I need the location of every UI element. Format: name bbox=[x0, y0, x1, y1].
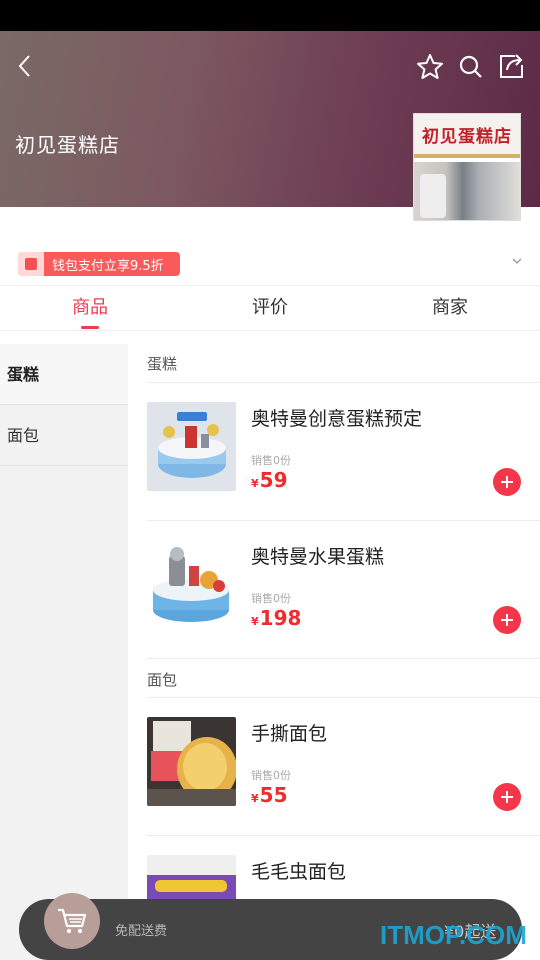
section-title-cake: 蛋糕 bbox=[147, 355, 178, 373]
shop-name: 初见蛋糕店 bbox=[15, 133, 120, 157]
category-sidebar: 蛋糕 面包 bbox=[0, 344, 128, 960]
shopping-cart-icon bbox=[58, 908, 87, 934]
divider bbox=[147, 697, 540, 698]
currency-symbol: ¥ bbox=[251, 792, 259, 805]
product-price: ¥59 bbox=[251, 468, 288, 492]
shop-photo-sign: 初见蛋糕店 bbox=[414, 114, 520, 158]
price-value: 59 bbox=[259, 468, 288, 492]
product-sales: 销售0份 bbox=[251, 592, 291, 605]
add-to-cart-button[interactable] bbox=[493, 783, 521, 811]
status-bar bbox=[0, 0, 540, 31]
free-shipping-text: 免配送费 bbox=[115, 924, 168, 939]
shop-photo: 初见蛋糕店 bbox=[413, 113, 521, 221]
promo-text: 钱包支付立享9.5折 bbox=[52, 258, 164, 274]
share-icon[interactable] bbox=[497, 51, 525, 81]
product-list: 蛋糕 奥特曼创意蛋糕预定 销售0份 ¥59 奥特曼水果蛋糕 销售0份 ¥198 … bbox=[128, 331, 540, 960]
currency-symbol: ¥ bbox=[251, 477, 259, 490]
divider bbox=[147, 382, 540, 383]
shop-photo-cake bbox=[420, 174, 446, 218]
currency-symbol: ¥ bbox=[251, 615, 259, 628]
product-name: 奥特曼水果蛋糕 bbox=[251, 546, 385, 568]
product-sales: 销售0份 bbox=[251, 454, 291, 467]
divider bbox=[147, 658, 540, 659]
divider bbox=[147, 520, 540, 521]
cart-button[interactable] bbox=[44, 893, 100, 949]
tab-merchant[interactable]: 商家 bbox=[360, 286, 540, 330]
product-sales: 销售0份 bbox=[251, 769, 291, 782]
tab-bar: 商品 评价 商家 bbox=[0, 285, 540, 331]
shop-page: 初见蛋糕店 初见蛋糕店 钱包支付立享9.5折 商品 评价 商家 蛋糕 面包 蛋糕 bbox=[0, 0, 540, 960]
product-price: ¥198 bbox=[251, 606, 301, 630]
divider bbox=[147, 835, 540, 836]
sidebar-item-bread[interactable]: 面包 bbox=[0, 405, 128, 466]
section-title-bread: 面包 bbox=[147, 671, 178, 689]
tab-reviews[interactable]: 评价 bbox=[180, 286, 360, 330]
price-value: 55 bbox=[259, 783, 288, 807]
add-to-cart-button[interactable] bbox=[493, 468, 521, 496]
price-value: 198 bbox=[259, 606, 302, 630]
back-icon[interactable] bbox=[14, 53, 36, 79]
promo-badge[interactable]: 钱包支付立享9.5折 bbox=[18, 252, 180, 276]
product-image bbox=[147, 402, 236, 491]
watermark: ITMOP.COM bbox=[380, 920, 527, 950]
product-name: 手撕面包 bbox=[251, 723, 328, 745]
product-image bbox=[147, 717, 236, 806]
search-icon[interactable] bbox=[458, 53, 484, 81]
tab-products[interactable]: 商品 bbox=[0, 286, 180, 330]
product-name: 毛毛虫面包 bbox=[251, 861, 347, 883]
chevron-down-icon[interactable] bbox=[510, 254, 524, 268]
wallet-icon bbox=[18, 252, 44, 276]
product-price: ¥55 bbox=[251, 783, 288, 807]
product-image bbox=[147, 540, 236, 629]
add-to-cart-button[interactable] bbox=[493, 606, 521, 634]
sidebar-item-cake[interactable]: 蛋糕 bbox=[0, 344, 128, 405]
product-name: 奥特曼创意蛋糕预定 bbox=[251, 408, 423, 430]
favorite-star-icon[interactable] bbox=[416, 53, 444, 81]
